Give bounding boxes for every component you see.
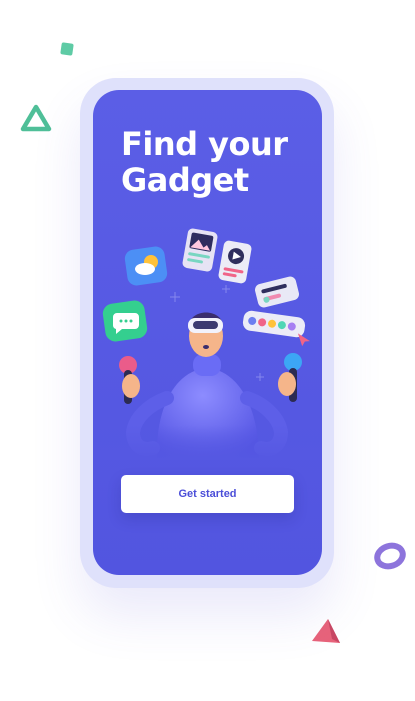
pink-triangle-confetti	[308, 617, 342, 645]
left-controller	[119, 356, 140, 404]
headline: Find your Gadget	[121, 126, 301, 198]
color-palette-icon	[242, 310, 310, 347]
chat-app-icon	[102, 300, 148, 342]
green-square-confetti	[60, 42, 74, 56]
onboarding-screen: Find your Gadget Get started	[93, 90, 322, 575]
vr-headset-icon	[188, 318, 223, 333]
weather-app-icon	[124, 246, 168, 286]
headline-line-2: Gadget	[121, 161, 249, 199]
vr-user-illustration	[93, 220, 322, 460]
video-player-icon	[218, 240, 252, 284]
headline-line-1: Find your	[121, 125, 288, 163]
purple-ring-confetti	[374, 541, 406, 571]
right-controller	[278, 353, 302, 402]
green-triangle-confetti	[20, 104, 52, 132]
gallery-app-icon	[182, 228, 218, 272]
settings-panel-icon	[254, 276, 300, 308]
get-started-button[interactable]: Get started	[121, 475, 294, 513]
